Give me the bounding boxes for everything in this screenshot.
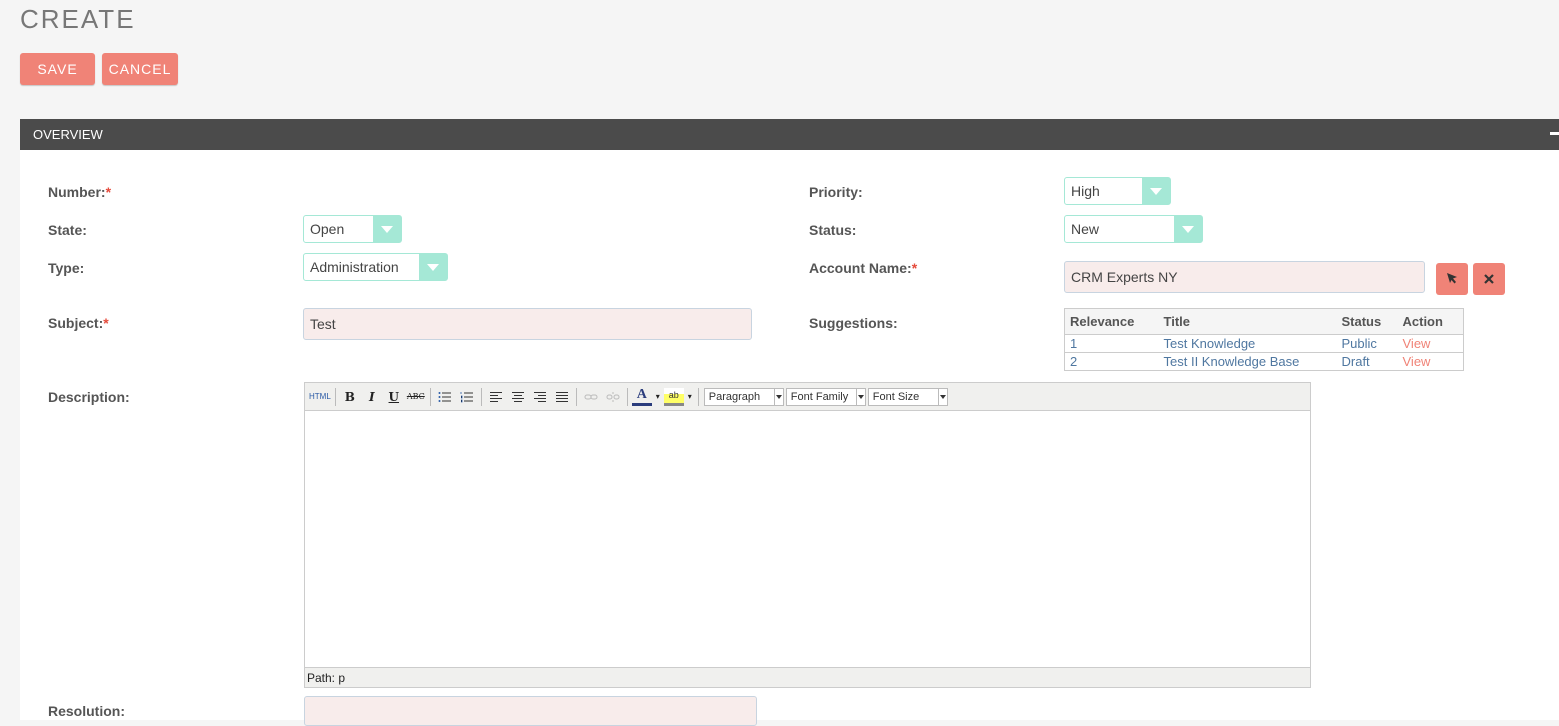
font-color-button[interactable]: A: [631, 387, 652, 406]
cancel-button[interactable]: CANCEL: [102, 53, 178, 85]
panel-title: OVERVIEW: [33, 127, 103, 142]
resolution-label: Resolution:: [48, 703, 125, 719]
account-name-label: Account Name:*: [809, 260, 918, 276]
overview-panel-header[interactable]: OVERVIEW: [20, 119, 1559, 150]
paragraph-format-value: Paragraph: [708, 390, 761, 403]
font-size-select[interactable]: Font Size: [867, 387, 948, 406]
html-source-button[interactable]: HTML: [309, 387, 331, 407]
toolbar-separator: [575, 387, 577, 406]
type-value: Administration: [310, 259, 399, 275]
view-link[interactable]: View: [1397, 334, 1464, 353]
page-title: CREATE: [20, 4, 136, 34]
editor-path-bar: Path: p: [305, 667, 1310, 687]
cursor-arrow-icon: [1446, 272, 1458, 287]
font-size-value: Font Size: [872, 390, 920, 403]
toolbar-separator: [334, 387, 336, 406]
italic-button[interactable]: I: [362, 387, 382, 407]
align-left-icon[interactable]: [486, 387, 506, 407]
select-account-button[interactable]: [1436, 263, 1468, 295]
link-icon[interactable]: [581, 387, 601, 407]
resolution-input[interactable]: [304, 696, 757, 726]
chevron-down-icon[interactable]: [373, 216, 401, 242]
unlink-icon[interactable]: [603, 387, 623, 407]
column-header-status: Status: [1336, 308, 1398, 335]
clear-account-button[interactable]: [1473, 263, 1505, 295]
title-link[interactable]: Test II Knowledge Base: [1158, 352, 1337, 371]
paragraph-format-select[interactable]: Paragraph: [703, 387, 784, 406]
status-value: New: [1071, 221, 1100, 237]
view-link[interactable]: View: [1397, 352, 1464, 371]
chevron-down-icon[interactable]: [937, 388, 947, 405]
chevron-down-icon[interactable]: [419, 254, 447, 280]
highlight-dropdown-icon[interactable]: ▾: [686, 387, 694, 407]
description-label: Description:: [48, 389, 130, 405]
priority-select[interactable]: High: [1064, 177, 1171, 205]
toolbar-separator: [697, 387, 699, 406]
suggestions-label: Suggestions:: [809, 315, 898, 331]
table-header-row: Relevance Title Status Action: [1064, 308, 1464, 335]
column-header-relevance: Relevance: [1064, 308, 1159, 335]
title-link[interactable]: Test Knowledge: [1158, 334, 1337, 353]
toolbar-separator: [429, 387, 431, 406]
type-select[interactable]: Administration: [303, 253, 448, 281]
strikethrough-button[interactable]: ABC: [406, 387, 426, 407]
status-cell: Draft: [1336, 352, 1398, 371]
table-row: 1 Test Knowledge Public View: [1064, 334, 1464, 353]
description-edit-area[interactable]: [305, 411, 1310, 667]
font-color-dropdown-icon[interactable]: ▾: [654, 387, 662, 407]
numbered-list-icon[interactable]: [457, 387, 477, 407]
chevron-down-icon[interactable]: [855, 388, 865, 405]
toolbar-separator: [626, 387, 628, 406]
toolbar-separator: [480, 387, 482, 406]
state-select[interactable]: Open: [303, 215, 402, 243]
relevance-cell: 1: [1064, 334, 1159, 353]
column-header-action: Action: [1397, 308, 1464, 335]
subject-label: Subject:*: [48, 315, 109, 331]
account-name-input[interactable]: CRM Experts NY: [1064, 261, 1425, 293]
close-icon: [1484, 272, 1494, 287]
type-label: Type:: [48, 260, 85, 276]
underline-button[interactable]: U: [384, 387, 404, 407]
align-right-icon[interactable]: [530, 387, 550, 407]
font-family-select[interactable]: Font Family: [785, 387, 866, 406]
save-button[interactable]: SAVE: [20, 53, 95, 85]
state-value: Open: [310, 221, 345, 237]
align-center-icon[interactable]: [508, 387, 528, 407]
collapse-icon[interactable]: [1550, 132, 1559, 135]
suggestions-table: Relevance Title Status Action 1 Test Kno…: [1064, 308, 1464, 371]
overview-panel-body: Number:* State: Open Type: Administratio…: [20, 150, 1559, 726]
bold-button[interactable]: B: [340, 387, 360, 407]
description-editor: HTML B I U ABC A ▾ ab ▾ Paragraph Font F…: [304, 382, 1311, 688]
priority-label: Priority:: [809, 184, 863, 200]
column-header-title: Title: [1158, 308, 1337, 335]
highlight-color-button[interactable]: ab: [663, 387, 684, 406]
font-family-value: Font Family: [790, 390, 849, 403]
chevron-down-icon[interactable]: [1142, 178, 1170, 204]
bullet-list-icon[interactable]: [435, 387, 455, 407]
status-cell: Public: [1336, 334, 1398, 353]
chevron-down-icon[interactable]: [773, 388, 783, 405]
relevance-cell: 2: [1064, 352, 1159, 371]
status-label: Status:: [809, 222, 857, 238]
align-justify-icon[interactable]: [552, 387, 572, 407]
state-label: State:: [48, 222, 87, 238]
number-label: Number:*: [48, 184, 112, 200]
table-row: 2 Test II Knowledge Base Draft View: [1064, 352, 1464, 371]
status-select[interactable]: New: [1064, 215, 1203, 243]
subject-input[interactable]: Test: [303, 308, 752, 340]
chevron-down-icon[interactable]: [1174, 216, 1202, 242]
editor-toolbar: HTML B I U ABC A ▾ ab ▾ Paragraph Font F…: [305, 383, 1310, 411]
priority-value: High: [1071, 183, 1100, 199]
